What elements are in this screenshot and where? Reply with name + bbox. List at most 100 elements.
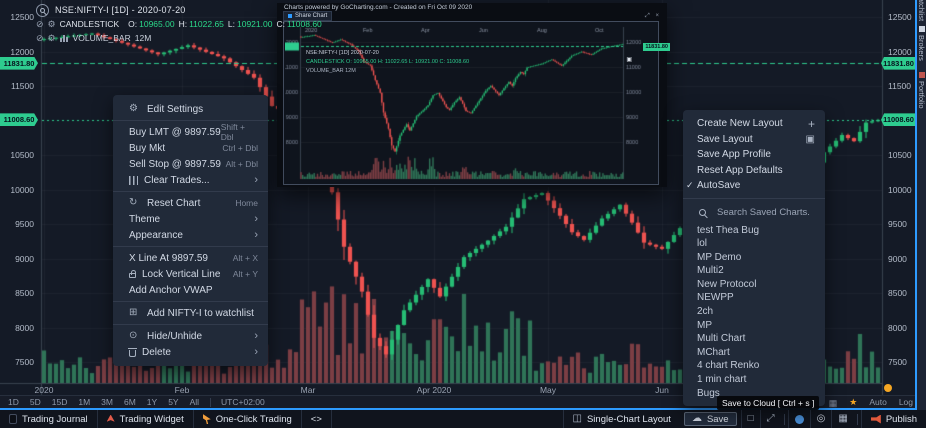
context-menu-item[interactable]: Edit Settings	[113, 101, 268, 117]
context-menu-item[interactable]: X Line At 9897.59 Alt + X	[113, 250, 268, 266]
cloud-icon	[692, 414, 702, 424]
context-menu-item[interactable]: Buy LMT @ 9897.59 Shift + Dbl	[113, 124, 268, 140]
button-icon	[107, 415, 115, 424]
context-menu-item[interactable]: Add NIFTY-I to watchlist	[113, 305, 268, 321]
log-scale-button[interactable]: Log	[899, 397, 913, 407]
sidebar-tab-portfolio[interactable]: Portfolio	[917, 72, 926, 109]
chevron-right-icon: ›	[254, 331, 258, 341]
bottom-bar-button[interactable]: Trading Journal	[0, 410, 98, 428]
single-chart-layout-button[interactable]: Single-Chart Layout	[563, 410, 680, 428]
search-input[interactable]	[715, 206, 815, 219]
menu-item-label: X Line At 9897.59	[129, 253, 208, 264]
sidebar-tab-watchlist[interactable]: Watchlist	[917, 0, 926, 21]
timeframe-button[interactable]: 1D	[8, 397, 19, 407]
gear-icon[interactable]: ⚙	[48, 34, 56, 43]
context-menu-item[interactable]: Clear Trades... ›	[113, 172, 268, 188]
bottom-bar-button[interactable]: Trading Widget	[98, 410, 194, 428]
divider	[210, 398, 211, 407]
star-icon[interactable]	[849, 397, 857, 408]
share-icon[interactable]	[668, 172, 679, 183]
eye-slash-icon[interactable]: ⊘	[36, 20, 44, 29]
price-tick-label: 7500	[888, 357, 907, 367]
context-menu-item[interactable]: Reset Chart Home	[113, 195, 268, 211]
layout-menu-item[interactable]: Save App Profile	[683, 147, 825, 163]
context-menu-item[interactable]: Lock Vertical Line Alt + Y	[113, 266, 268, 282]
publish-button[interactable]: Publish	[861, 410, 926, 428]
context-menu-item[interactable]: Delete ›	[113, 344, 268, 360]
price-tick-label: 10000	[10, 185, 34, 195]
saved-chart-item[interactable]: NEWPP	[683, 291, 825, 305]
eye-slash-icon[interactable]: ⊘	[36, 34, 44, 43]
menu-item-icon	[129, 308, 141, 318]
fullscreen-button[interactable]	[760, 410, 781, 428]
auto-scale-button[interactable]: Auto	[869, 397, 887, 407]
bottom-bar-button[interactable]: One-Click Trading	[194, 410, 302, 428]
saved-chart-item[interactable]: New Protocol	[683, 278, 825, 292]
timezone-button[interactable]: UTC+02:00	[221, 397, 265, 407]
saved-chart-item[interactable]: MP Demo	[683, 251, 825, 265]
menu-item-icon	[129, 176, 138, 185]
gear-icon[interactable]: ⚙	[48, 20, 56, 29]
menu-item-shortcut: Ctrl + Dbl	[222, 143, 258, 153]
saved-chart-item[interactable]: Multi Chart	[683, 332, 825, 346]
layout-menu-item[interactable]: Create New Layout	[683, 116, 825, 132]
symbol-search-icon[interactable]	[36, 4, 49, 17]
share-icon[interactable]	[668, 145, 679, 156]
saved-chart-item[interactable]: 4 chart Renko	[683, 359, 825, 373]
context-menu-item[interactable]: Buy Mkt Ctrl + Dbl	[113, 140, 268, 156]
context-menu-item[interactable]: Sell Stop @ 9897.59 Alt + Dbl	[113, 156, 268, 172]
share-icon[interactable]	[668, 131, 679, 142]
symbol-title[interactable]: NSE:NIFTY-I [1D] - 2020-07-20	[55, 5, 186, 15]
high-value: 11022.65	[189, 19, 224, 29]
wrench-icon	[919, 26, 925, 32]
timeframe-button[interactable]: 3M	[101, 397, 113, 407]
saved-chart-item[interactable]: Multi2	[683, 264, 825, 278]
saved-chart-item[interactable]: 2ch	[683, 305, 825, 319]
timeframe-button[interactable]: 6M	[124, 397, 136, 407]
menu-right-icon	[806, 134, 815, 145]
layout-menu-item[interactable]: Save Layout	[683, 132, 825, 148]
share-icon[interactable]	[668, 50, 679, 61]
saved-chart-item[interactable]: 1 min chart	[683, 373, 825, 387]
snapshot-button[interactable]	[788, 410, 810, 428]
timeframe-button[interactable]: 5Y	[168, 397, 178, 407]
button-label: Publish	[886, 414, 917, 425]
sidebar-tab-brokers[interactable]: Brokers	[917, 26, 926, 61]
share-icon[interactable]	[668, 77, 679, 88]
popup-window-icons[interactable]: ⤢ ×	[645, 13, 661, 20]
layout-menu-item[interactable]: Reset App Defaults	[683, 163, 825, 179]
save-button[interactable]: Save	[684, 412, 737, 426]
share-icon[interactable]	[668, 118, 679, 129]
share-icon[interactable]	[668, 90, 679, 101]
bottom-bar-button[interactable]: <>	[302, 410, 332, 428]
share-icon[interactable]	[668, 63, 679, 74]
share-icon[interactable]	[668, 36, 679, 47]
timeframe-button[interactable]: 15D	[52, 397, 68, 407]
saved-chart-item[interactable]: test Thea Bug	[683, 224, 825, 238]
price-tick-label: 10500	[10, 150, 34, 160]
saved-chart-item[interactable]: lol	[683, 237, 825, 251]
share-icon[interactable]	[668, 104, 679, 115]
last-price-badge: 11008.60	[881, 113, 916, 126]
timeframe-button[interactable]: 1Y	[147, 397, 157, 407]
context-menu-item[interactable]: Hide/Unhide ›	[113, 328, 268, 344]
timeframe-button[interactable]: All	[190, 397, 199, 407]
exchange-button[interactable]	[831, 410, 853, 428]
gocharting-app: 1250012000115001050010000950090008500800…	[0, 0, 926, 428]
context-menu-item[interactable]: Add Anchor VWAP	[113, 282, 268, 298]
saved-chart-item[interactable]: MP	[683, 319, 825, 333]
timeframe-button[interactable]: 1M	[78, 397, 90, 407]
crosshair-button[interactable]	[810, 410, 832, 428]
share-icon[interactable]	[668, 158, 679, 169]
menu-right-icon	[808, 117, 815, 131]
saved-chart-item[interactable]: MChart	[683, 346, 825, 360]
share-icon[interactable]	[668, 186, 679, 197]
context-menu-item[interactable]: Theme ›	[113, 211, 268, 227]
button-label: Save	[707, 414, 729, 425]
context-menu-item[interactable]: Appearance ›	[113, 227, 268, 243]
selection-tool-button[interactable]	[741, 410, 760, 428]
price-tick-label: 9500	[888, 219, 907, 229]
timeframe-button[interactable]: 5D	[30, 397, 41, 407]
camera-icon[interactable]	[626, 56, 632, 63]
layout-menu-item[interactable]: AutoSave	[683, 178, 825, 194]
